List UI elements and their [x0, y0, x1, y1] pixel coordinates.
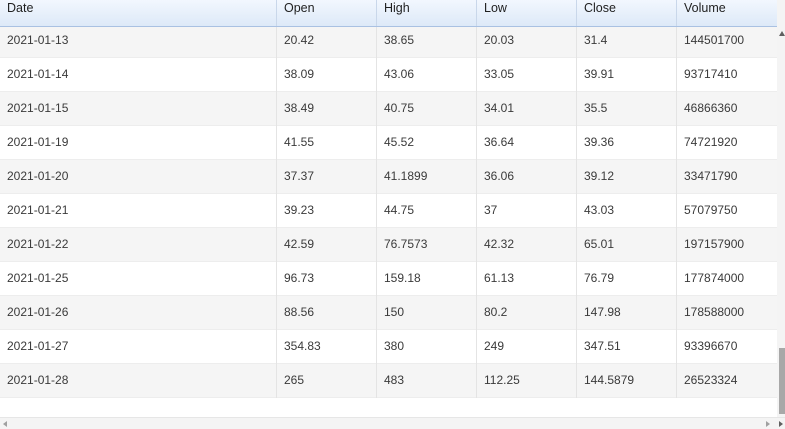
vertical-scroll-thumb[interactable]	[779, 348, 785, 414]
cell-date: 2021-01-21	[0, 194, 277, 228]
column-header-high[interactable]: High	[377, 0, 477, 26]
cell-date: 2021-01-28	[0, 364, 277, 398]
cell-date: 2021-01-15	[0, 92, 277, 126]
grid-header: Date Open High Low Close Volume	[0, 0, 777, 27]
cell-date: 2021-01-14	[0, 58, 277, 92]
cell-volume: 93717410	[684, 67, 738, 81]
cell-low: 249	[477, 330, 577, 364]
table-row[interactable]: 2021-01-19 41.55 45.52 36.64 39.36 74721920	[0, 126, 777, 160]
column-header-date[interactable]: Date	[0, 0, 277, 26]
cell-open: 354.83	[277, 330, 377, 364]
column-header-close[interactable]: Close	[577, 0, 677, 26]
cell-volume: 33471790	[684, 169, 738, 183]
cell-low: 37	[477, 194, 577, 228]
cell-close: 65.01	[577, 228, 677, 262]
cell-open: 42.59	[277, 228, 377, 262]
cell-high: 159.18	[377, 262, 477, 296]
cell-low: 61.13	[477, 262, 577, 296]
cell-open: 41.55	[277, 126, 377, 160]
cell-low: 33.05	[477, 58, 577, 92]
cell-high: 483	[377, 364, 477, 398]
cell-open: 88.56	[277, 296, 377, 330]
cell-volume: 46866360	[684, 101, 738, 115]
cell-volume: 178588000	[684, 305, 745, 319]
column-header-volume[interactable]: Volume	[677, 0, 777, 26]
cell-high: 43.06	[377, 58, 477, 92]
table-row[interactable]: 2021-01-28 265 483 112.25 144.5879 26523324	[0, 364, 777, 398]
cell-date: 2021-01-19	[0, 126, 277, 160]
cell-low: 80.2	[477, 296, 577, 330]
cell-date: 2021-01-20	[0, 160, 277, 194]
cell-volume: 57079750	[684, 203, 738, 217]
cell-open: 37.37	[277, 160, 377, 194]
cell-open: 38.49	[277, 92, 377, 126]
table-row[interactable]: 2021-01-13 20.42 38.65 20.03 31.4 144501700	[0, 24, 777, 58]
table-row[interactable]: 2021-01-21 39.23 44.75 37 43.03 57079750	[0, 194, 777, 228]
cell-date: 2021-01-13	[0, 24, 277, 58]
table-row[interactable]: 2021-01-25 96.73 159.18 61.13 76.79 177874000	[0, 262, 777, 296]
cell-high: 380	[377, 330, 477, 364]
horizontal-scrollbar[interactable]	[0, 417, 785, 429]
cell-volume: 74721920	[684, 135, 738, 149]
cell-high: 45.52	[377, 126, 477, 160]
scroll-up-icon[interactable]	[779, 31, 785, 36]
cell-low: 42.32	[477, 228, 577, 262]
cell-date: 2021-01-27	[0, 330, 277, 364]
cell-close: 76.79	[577, 262, 677, 296]
cell-volume: 93396670	[684, 339, 738, 353]
cell-volume: 144501700	[684, 33, 745, 47]
cell-close: 347.51	[577, 330, 677, 364]
cell-low: 36.64	[477, 126, 577, 160]
cell-close: 39.36	[577, 126, 677, 160]
cell-date: 2021-01-22	[0, 228, 277, 262]
column-header-open[interactable]: Open	[277, 0, 377, 26]
cell-open: 20.42	[277, 24, 377, 58]
table-row[interactable]: 2021-01-26 88.56 150 80.2 147.98 178588000	[0, 296, 777, 330]
cell-volume: 177874000	[684, 271, 745, 285]
scroll-corner-icon	[779, 421, 783, 427]
cell-high: 38.65	[377, 24, 477, 58]
cell-low: 36.06	[477, 160, 577, 194]
cell-high: 150	[377, 296, 477, 330]
data-grid: Date Open High Low Close Volume 2021-01-…	[0, 0, 777, 417]
scroll-right-icon[interactable]	[766, 421, 770, 427]
cell-open: 39.23	[277, 194, 377, 228]
table-row[interactable]: 2021-01-15 38.49 40.75 34.01 35.5 46866360	[0, 92, 777, 126]
cell-high: 40.75	[377, 92, 477, 126]
table-row[interactable]: 2021-01-27 354.83 380 249 347.51 93396670	[0, 330, 777, 364]
cell-close: 43.03	[577, 194, 677, 228]
cell-close: 147.98	[577, 296, 677, 330]
cell-date: 2021-01-25	[0, 262, 277, 296]
column-header-low[interactable]: Low	[477, 0, 577, 26]
table-row[interactable]: 2021-01-14 38.09 43.06 33.05 39.91 93717410	[0, 58, 777, 92]
cell-date: 2021-01-26	[0, 296, 277, 330]
cell-open: 265	[277, 364, 377, 398]
scroll-left-icon[interactable]	[3, 421, 7, 427]
cell-open: 38.09	[277, 58, 377, 92]
table-row[interactable]: 2021-01-22 42.59 76.7573 42.32 65.01 19715790…	[0, 228, 777, 262]
cell-volume: 26523324	[684, 373, 738, 387]
cell-high: 76.7573	[377, 228, 477, 262]
grid-body: 2021-01-1219.9620.419.310819.95706066520…	[0, 0, 777, 398]
cell-low: 34.01	[477, 92, 577, 126]
cell-close: 144.5879	[577, 364, 677, 398]
cell-high: 41.1899	[377, 160, 477, 194]
cell-high: 44.75	[377, 194, 477, 228]
cell-close: 35.5	[577, 92, 677, 126]
cell-close: 39.91	[577, 58, 677, 92]
cell-low: 112.25	[477, 364, 577, 398]
table-row[interactable]: 2021-01-20 37.37 41.1899 36.06 39.12 33471790	[0, 160, 777, 194]
cell-low: 20.03	[477, 24, 577, 58]
cell-open: 96.73	[277, 262, 377, 296]
cell-volume: 197157900	[684, 237, 745, 251]
cell-close: 31.4	[577, 24, 677, 58]
cell-close: 39.12	[577, 160, 677, 194]
